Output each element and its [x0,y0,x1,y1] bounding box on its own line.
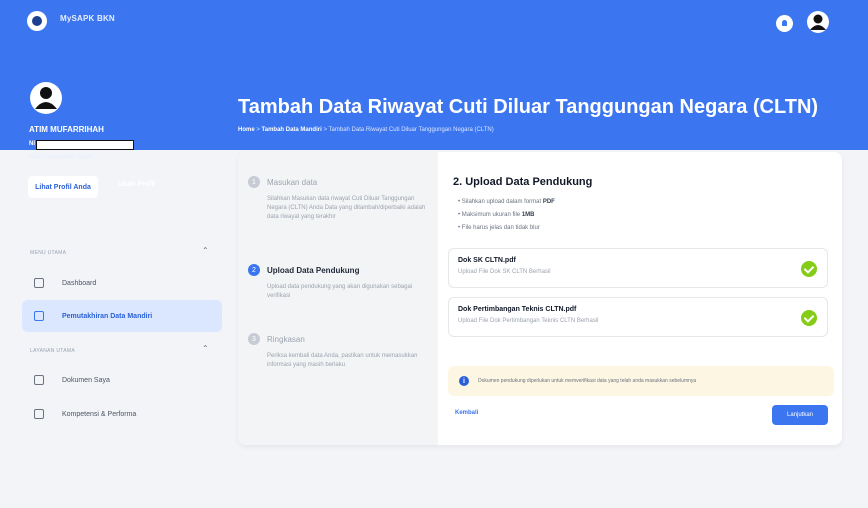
check-circle-icon [801,310,817,326]
document-edit-icon [34,311,44,321]
requirement-size-text: Maksimum ukuran file [461,212,522,218]
upload-title: 2. Upload Data Pendukung [453,176,593,188]
sidebar-item-kompetensi[interactable]: Kompetensi & Performa [22,398,222,430]
profile-avatar-icon [30,82,62,114]
file-name: Dok Pertimbangan Teknis CLTN.pdf [458,306,577,313]
info-text: Dokumen pendukung diperlukan untuk memve… [478,378,697,384]
breadcrumb-separator: > [256,127,260,133]
requirement-format-value: PDF [542,199,555,205]
user-avatar-icon[interactable] [807,11,829,33]
back-button[interactable]: Kembali [455,410,478,416]
info-icon: i [459,376,469,386]
sidebar: ATIM MUFARRIHAH NI Badan Kepegawaian Neg… [0,0,230,508]
sidebar-item-label: Dokumen Saya [62,376,110,384]
stepper: 1 Masukan data Silahkan Masukan data riw… [238,152,438,445]
menu-section-label: MENU UTAMA [30,250,67,256]
step-2-description: Upload data pendukung yang akan digunaka… [267,284,413,299]
sidebar-item-dokumen[interactable]: Dokumen Saya [22,364,222,396]
step-1-title: Masukan data [267,178,318,187]
form-card: 1 Masukan data Silahkan Masukan data riw… [238,152,842,445]
view-profile-button[interactable]: Lihat Profil Anda [28,176,98,198]
continue-button[interactable]: Lanjutkan [772,405,828,425]
chevron-up-icon[interactable]: ⌃ [202,246,210,255]
sidebar-item-pemutakhiran[interactable]: Pemutakhiran Data Mandiri [22,300,222,332]
breadcrumb: Home > Tambah Data Mandiri > Tambah Data… [238,127,494,133]
profile-nip-label: NI [29,141,35,147]
requirement-size: • Maksimum ukuran file 1MB [458,212,535,218]
check-circle-icon [801,261,817,277]
file-status: Upload File Dok Pertimbangan Teknis CLTN… [458,318,599,324]
dashboard-icon [34,278,44,288]
edit-profile-button[interactable]: Ubah Profil [118,181,155,188]
chevron-up-icon[interactable]: ⌃ [202,344,210,353]
sidebar-item-label: Kompetensi & Performa [62,410,137,418]
info-alert: i Dokumen pendukung diperlukan untuk mem… [448,366,834,396]
file-upload-item[interactable]: Dok SK CLTN.pdf Upload File Dok SK CLTN … [448,248,828,288]
page-title: Tambah Data Riwayat Cuti Diluar Tanggung… [238,96,819,118]
step-3-description: Periksa kembali data Anda, pastikan untu… [267,353,418,368]
requirement-format: • Silahkan upload dalam format PDF [458,199,555,205]
requirement-clarity: • File harus jelas dan tidak blur [458,225,540,231]
step-2-indicator: 2 [248,264,260,276]
profile-name: ATIM MUFARRIHAH [29,125,104,134]
upload-section: 2. Upload Data Pendukung • Silahkan uplo… [438,152,842,445]
notification-bell-icon[interactable] [776,15,793,32]
chart-icon [34,409,44,419]
step-1-description: Silahkan Masukan data riwayat Cuti Dilua… [267,196,426,220]
sidebar-item-label: Pemutakhiran Data Mandiri [62,312,153,320]
file-upload-item[interactable]: Dok Pertimbangan Teknis CLTN.pdf Upload … [448,297,828,337]
requirement-size-value: 1MB [521,212,535,218]
requirement-clarity-text: File harus jelas dan tidak blur [461,225,540,231]
step-3-title: Ringkasan [267,335,305,344]
sidebar-item-label: Dashboard [62,279,97,287]
step-1-indicator: 1 [248,176,260,188]
step-3-indicator: 3 [248,333,260,345]
profile-organization: Badan Kepegawaian Negara [29,154,93,160]
file-name: Dok SK CLTN.pdf [458,257,516,264]
breadcrumb-home[interactable]: Home [238,127,255,133]
step-2-title: Upload Data Pendukung [267,266,360,275]
sidebar-item-dashboard[interactable]: Dashboard [22,267,222,299]
services-section-label: LAYANAN UTAMA [30,348,76,354]
breadcrumb-level1[interactable]: Tambah Data Mandiri [262,127,322,133]
requirement-format-text: Silahkan upload dalam format [461,199,543,205]
folder-icon [34,375,44,385]
breadcrumb-current: Tambah Data Riwayat Cuti Diluar Tanggung… [328,127,494,133]
file-status: Upload File Dok SK CLTN Berhasil [458,269,551,275]
breadcrumb-separator: > [323,127,327,133]
redacted-nip [36,140,134,150]
